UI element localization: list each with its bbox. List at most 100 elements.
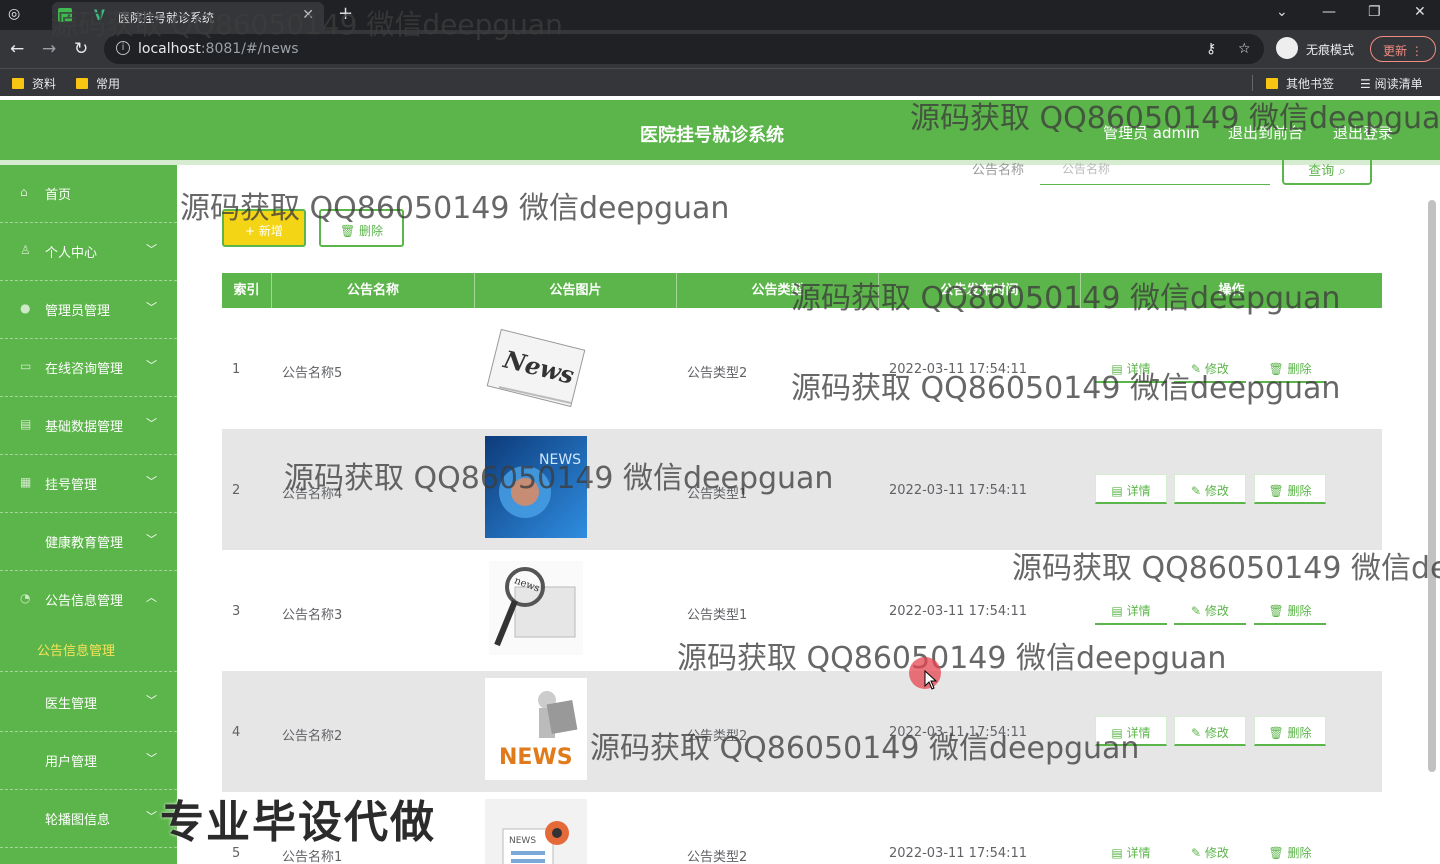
delete-button[interactable]: 🗑 删除 xyxy=(1254,595,1326,625)
op-label: 删除 xyxy=(1287,604,1312,618)
delete-button[interactable]: 🗑 删除 xyxy=(1254,474,1326,504)
sidebar-item-doctors[interactable]: 医生管理 ﹀ xyxy=(0,674,177,732)
op-label: 详情 xyxy=(1126,604,1151,618)
bookmark-folder-1[interactable]: 资料 xyxy=(12,75,56,92)
op-label: 修改 xyxy=(1204,604,1229,618)
column-header[interactable]: 公告图片 xyxy=(475,273,677,308)
row-name: 公告名称2 xyxy=(282,729,343,744)
bookmark-label: 常用 xyxy=(96,77,121,91)
trash-icon: 🗑 xyxy=(1268,846,1288,860)
chevron-up-icon: ︿ xyxy=(146,591,157,604)
folder-icon xyxy=(12,78,24,89)
bookmark-star-icon[interactable]: ☆ xyxy=(1238,41,1251,57)
bookmark-label: 资料 xyxy=(32,77,57,91)
search-input[interactable]: 公告名称 xyxy=(1040,160,1270,185)
doc-icon: ▤ xyxy=(1111,484,1127,498)
close-window-icon[interactable]: ✕ xyxy=(1414,4,1426,20)
search-icon: ⌕ xyxy=(1338,164,1346,179)
sidebar-item-carousel[interactable]: 轮播图信息 ﹀ xyxy=(0,790,177,848)
watermark: 源码获取 QQ86050149 微信de xyxy=(1012,551,1440,586)
doctor-icon xyxy=(20,694,34,708)
column-header[interactable]: 公告名称 xyxy=(272,273,475,308)
watermark: 源码获取 QQ86050149 微信deepguan xyxy=(910,101,1440,136)
doc-icon: ▤ xyxy=(1111,604,1127,618)
row-index: 4 xyxy=(232,725,241,740)
doc-icon: ▤ xyxy=(1111,846,1127,860)
detail-button[interactable]: ▤ 详情 xyxy=(1095,595,1167,625)
sidebar-item-admins[interactable]: ● 管理员管理 ﹀ xyxy=(0,281,177,339)
restore-icon[interactable]: ❐ xyxy=(1368,4,1381,20)
admin-icon: ● xyxy=(20,301,31,315)
sidebar-item-education[interactable]: 健康教育管理 ﹀ xyxy=(0,513,177,571)
chevron-down-icon: ﹀ xyxy=(146,752,157,765)
sidebar-item-basedata[interactable]: ▤ 基础数据管理 ﹀ xyxy=(0,397,177,455)
chevron-down-icon: ﹀ xyxy=(146,301,157,314)
sidebar-item-registration[interactable]: ▦ 挂号管理 ﹀ xyxy=(0,455,177,513)
edit-button[interactable]: ✎ 修改 xyxy=(1174,595,1246,625)
detail-button[interactable]: ▤ 详情 xyxy=(1095,474,1167,504)
folder-icon xyxy=(1266,78,1278,89)
column-header[interactable]: 索引 xyxy=(222,273,272,308)
search-label: 公告名称 xyxy=(972,163,1025,178)
sidebar-item-label: 首页 xyxy=(45,188,72,203)
update-button[interactable]: 更新 ⋮ xyxy=(1370,36,1436,62)
tab-search-icon[interactable]: ⌄ xyxy=(1276,4,1288,20)
watermark: 源码获取 QQ86050149 微信deepguan xyxy=(180,191,730,226)
notice-image[interactable]: NEWS xyxy=(485,799,587,864)
scrollbar-thumb[interactable] xyxy=(1428,200,1436,772)
data-icon: ▤ xyxy=(20,417,32,431)
notice-image[interactable]: News xyxy=(485,317,587,419)
key-icon[interactable]: ⚷ xyxy=(1206,41,1216,57)
sidebar-item-label: 个人中心 xyxy=(45,246,98,261)
app-title: 医院挂号就诊系统 xyxy=(640,125,784,146)
promo-banner: 专业毕设代做 xyxy=(160,797,436,848)
op-label: 删除 xyxy=(1287,484,1312,498)
op-label: 修改 xyxy=(1204,726,1229,740)
row-type: 公告类型1 xyxy=(687,608,748,623)
edit-button[interactable]: ✎ 修改 xyxy=(1174,837,1246,864)
watermark: 源码获取 QQ86050149 微信deepguan xyxy=(284,461,834,496)
op-label: 修改 xyxy=(1204,484,1229,498)
delete-button[interactable]: 🗑 删除 xyxy=(1254,716,1326,746)
trash-icon: 🗑 xyxy=(1268,484,1288,498)
detail-button[interactable]: ▤ 详情 xyxy=(1095,837,1167,864)
bookmark-folder-2[interactable]: 常用 xyxy=(76,75,120,92)
bookmark-label: 其他书签 xyxy=(1286,77,1335,91)
svg-text:NEWS: NEWS xyxy=(499,745,573,770)
row-time: 2022-03-11 17:54:11 xyxy=(889,604,1028,619)
row-name: 公告名称5 xyxy=(282,366,343,381)
delete-button[interactable]: 🗑 删除 xyxy=(1254,837,1326,864)
sidebar-item-consult[interactable]: ▭ 在线咨询管理 ﹀ xyxy=(0,339,177,397)
chevron-down-icon: ﹀ xyxy=(146,243,157,256)
notice-image[interactable]: news xyxy=(485,557,587,659)
bookmark-other[interactable]: 其他书签 xyxy=(1266,75,1334,92)
info-icon[interactable]: i xyxy=(116,41,130,55)
svg-text:NEWS: NEWS xyxy=(509,836,536,846)
sidebar-item-home[interactable]: ⌂ 首页 xyxy=(0,165,177,223)
education-icon xyxy=(20,533,34,547)
row-time: 2022-03-11 17:54:11 xyxy=(889,483,1028,498)
row-name: 公告名称3 xyxy=(282,608,343,623)
sidebar-item-notice[interactable]: ◔ 公告信息管理 ︿ xyxy=(0,571,177,629)
search-button[interactable]: 查询 ⌕ xyxy=(1282,160,1372,185)
op-label: 删除 xyxy=(1287,846,1312,860)
submenu-notice-manage[interactable]: 公告信息管理 xyxy=(0,622,177,672)
edit-button[interactable]: ✎ 修改 xyxy=(1174,474,1246,504)
profile-label: 无痕模式 xyxy=(1306,43,1355,57)
minimize-icon[interactable]: — xyxy=(1322,4,1336,20)
bookmarks-bar: 资料 常用 其他书签 ☰ 阅读清单 xyxy=(0,68,1440,96)
op-label: 修改 xyxy=(1204,846,1229,860)
sidebar-item-users[interactable]: 用户管理 ﹀ xyxy=(0,732,177,790)
notice-image[interactable]: NEWS xyxy=(485,678,587,780)
edit-button[interactable]: ✎ 修改 xyxy=(1174,716,1246,746)
sidebar-item-profile[interactable]: ♙ 个人中心 ﹀ xyxy=(0,223,177,281)
pencil-icon: ✎ xyxy=(1191,726,1205,740)
browser-menu-icon[interactable]: ◎ xyxy=(8,6,26,24)
pencil-icon: ✎ xyxy=(1191,484,1205,498)
op-label: 详情 xyxy=(1126,846,1151,860)
reading-list-icon: ☰ xyxy=(1360,77,1375,91)
user-icon: ♙ xyxy=(20,243,31,257)
reading-list[interactable]: ☰ 阅读清单 xyxy=(1360,75,1423,92)
back-icon[interactable]: ← xyxy=(10,39,24,59)
sidebar-item-label: 健康教育管理 xyxy=(45,536,124,551)
